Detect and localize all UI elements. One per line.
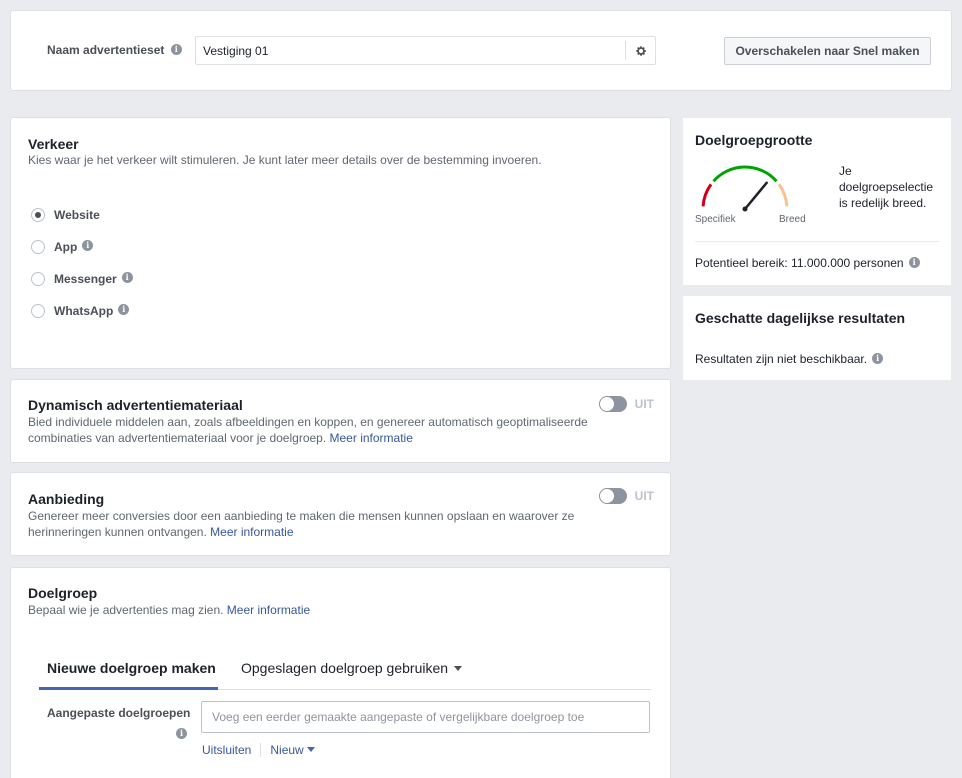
gauge-broad-segment: [777, 183, 789, 207]
dynamic-creative-toggle[interactable]: UIT: [598, 396, 654, 412]
offer-title: Aanbieding: [28, 491, 105, 507]
learn-more-link[interactable]: Meer informatie: [330, 431, 413, 445]
audience-size-description: Je doelgroepselectie is redelijk breed.: [839, 164, 934, 210]
gauge-specific-segment: [701, 183, 713, 207]
radio-button[interactable]: [31, 208, 45, 222]
offer-section: Aanbieding Genereer meer conversies door…: [10, 472, 671, 556]
ad-set-name-card: Naam advertentieset i Overschakelen naar…: [10, 10, 952, 91]
toggle-state-label: UIT: [634, 397, 654, 411]
traffic-title: Verkeer: [28, 136, 79, 152]
daily-results-status: Resultaten zijn niet beschikbaar. i: [695, 352, 884, 366]
audience-size-panel: Doelgroepgrootte Specifiek Breed Je doel…: [683, 118, 951, 285]
gear-icon: [635, 45, 646, 56]
gauge-broad-label: Breed: [779, 214, 806, 225]
traffic-section: Verkeer Kies waar je het verkeer wilt st…: [10, 117, 671, 369]
info-icon[interactable]: i: [82, 240, 94, 251]
radio-app[interactable]: App i: [31, 240, 94, 254]
radio-messenger-label: Messenger: [54, 272, 117, 286]
chevron-down-icon: [454, 665, 463, 671]
new-audience-label: Nieuw: [270, 743, 304, 757]
custom-audience-actions: Uitsluiten Nieuw: [202, 743, 315, 757]
audience-title: Doelgroep: [28, 585, 98, 601]
gauge-good-segment: [712, 165, 778, 183]
tab-use-saved-audience-label: Opgeslagen doelgroep gebruiken: [241, 660, 449, 676]
toggle-state-label: UIT: [634, 489, 654, 503]
daily-results-status-text: Resultaten zijn niet beschikbaar.: [695, 352, 868, 366]
dynamic-creative-title: Dynamisch advertentiemateriaal: [28, 397, 243, 413]
name-settings-button[interactable]: [625, 41, 655, 60]
radio-whatsapp-label: WhatsApp: [54, 304, 114, 318]
ad-set-name-label-text: Naam advertentieset: [47, 43, 165, 57]
audience-section: Doelgroep Bepaal wie je advertenties mag…: [10, 567, 671, 778]
dynamic-creative-description: Bied individuele middelen aan, zoals afb…: [28, 414, 588, 446]
toggle-switch[interactable]: [598, 488, 627, 504]
new-audience-dropdown[interactable]: Nieuw: [270, 743, 315, 757]
info-icon[interactable]: i: [872, 353, 884, 365]
info-icon[interactable]: i: [908, 257, 920, 269]
gauge-needle: [743, 181, 768, 211]
audience-description: Bepaal wie je advertenties mag zien. Mee…: [28, 602, 310, 618]
estimated-daily-results-panel: Geschatte dagelijkse resultaten Resultat…: [683, 296, 951, 380]
radio-website-label: Website: [54, 208, 100, 222]
potential-reach: Potentieel bereik: 11.000.000 personen i: [695, 256, 920, 270]
divider: [695, 241, 940, 242]
dynamic-creative-section: Dynamisch advertentiemateriaal Bied indi…: [10, 379, 671, 463]
ad-set-name-label: Naam advertentieset i: [47, 43, 182, 57]
traffic-description: Kies waar je het verkeer wilt stimuleren…: [28, 153, 542, 167]
custom-audiences-label: Aangepaste doelgroepen: [47, 706, 191, 720]
chevron-down-icon: [306, 747, 315, 753]
radio-website[interactable]: Website: [31, 208, 100, 222]
learn-more-link[interactable]: Meer informatie: [210, 525, 293, 539]
radio-button[interactable]: [31, 240, 45, 254]
offer-description: Genereer meer conversies door een aanbie…: [28, 508, 588, 540]
switch-to-quick-create-button[interactable]: Overschakelen naar Snel maken: [724, 37, 931, 65]
toggle-switch[interactable]: [598, 396, 627, 412]
dynamic-creative-description-text: Bied individuele middelen aan, zoals afb…: [28, 415, 588, 445]
gauge-hub: [742, 206, 748, 212]
tab-create-new-audience[interactable]: Nieuwe doelgroep maken: [47, 660, 216, 676]
radio-button[interactable]: [31, 272, 45, 286]
info-icon[interactable]: i: [176, 728, 187, 739]
ad-set-name-input[interactable]: [196, 37, 624, 64]
ad-set-name-field: [195, 36, 656, 65]
offer-description-text: Genereer meer conversies door een aanbie…: [28, 509, 575, 539]
audience-size-gauge: [701, 165, 789, 212]
audience-size-title: Doelgroepgrootte: [695, 132, 813, 148]
audience-description-text: Bepaal wie je advertenties mag zien.: [28, 603, 224, 617]
offer-toggle[interactable]: UIT: [598, 488, 654, 504]
divider: [260, 743, 262, 757]
potential-reach-text: Potentieel bereik: 11.000.000 personen: [695, 256, 904, 270]
active-tab-indicator: [39, 687, 218, 690]
audience-tabs: Nieuwe doelgroep maken Opgeslagen doelgr…: [39, 650, 651, 690]
info-icon[interactable]: i: [170, 44, 182, 56]
radio-messenger[interactable]: Messenger i: [31, 272, 133, 286]
info-icon[interactable]: i: [121, 272, 133, 283]
custom-audience-search-input[interactable]: [201, 701, 650, 733]
radio-app-label: App: [54, 240, 78, 254]
gauge-specific-label: Specifiek: [695, 214, 736, 225]
exclude-link[interactable]: Uitsluiten: [202, 743, 251, 757]
radio-whatsapp[interactable]: WhatsApp i: [31, 304, 130, 318]
daily-results-title: Geschatte dagelijkse resultaten: [695, 310, 906, 326]
info-icon[interactable]: i: [118, 304, 130, 315]
radio-button[interactable]: [31, 304, 45, 318]
tab-use-saved-audience[interactable]: Opgeslagen doelgroep gebruiken: [241, 660, 463, 676]
learn-more-link[interactable]: Meer informatie: [227, 603, 310, 617]
